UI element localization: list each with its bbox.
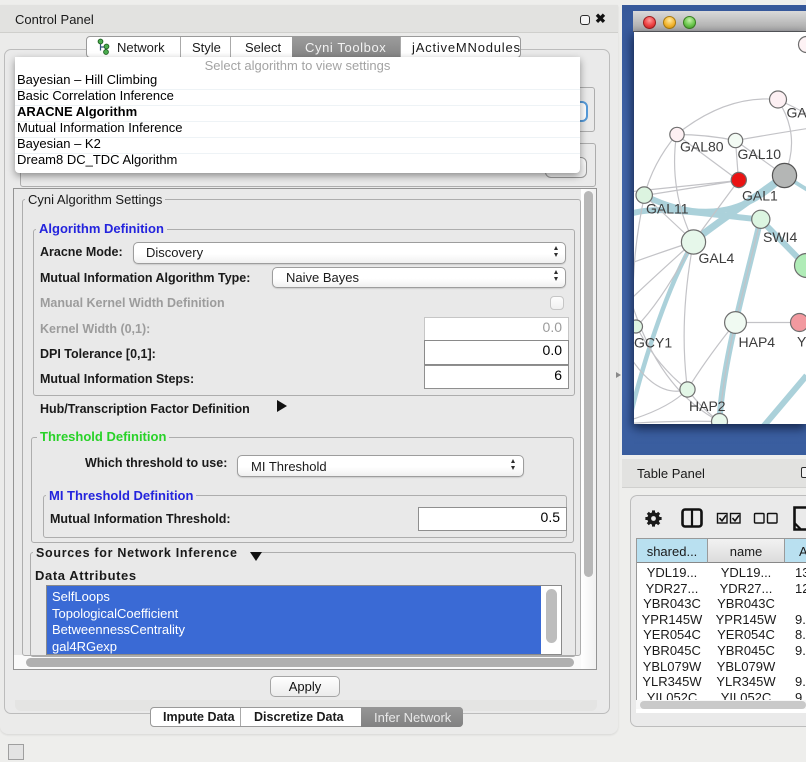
svg-text:HAP2: HAP2 bbox=[689, 398, 726, 414]
svg-text:GAL2: GAL2 bbox=[786, 104, 806, 120]
svg-text:YJL21: YJL21 bbox=[797, 333, 806, 349]
svg-text:GAL1: GAL1 bbox=[742, 187, 778, 203]
svg-text:HAP4: HAP4 bbox=[738, 334, 775, 350]
svg-text:SWI4: SWI4 bbox=[763, 229, 797, 245]
svg-text:GAL4: GAL4 bbox=[698, 250, 734, 266]
svg-text:GAL10: GAL10 bbox=[737, 146, 781, 162]
svg-text:GCY1: GCY1 bbox=[634, 334, 672, 350]
svg-text:GAL11: GAL11 bbox=[646, 200, 689, 216]
svg-text:GAL80: GAL80 bbox=[680, 138, 724, 154]
